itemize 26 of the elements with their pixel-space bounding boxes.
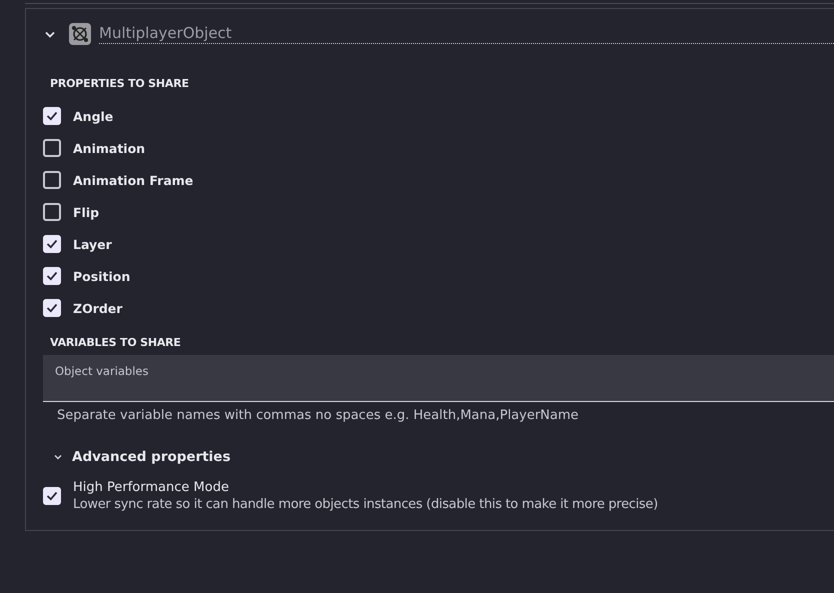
section-heading: PROPERTIES TO SHARE — [50, 77, 190, 90]
checkbox-label: Layer — [73, 236, 112, 252]
checkbox-label: Angle — [73, 108, 114, 124]
input-field[interactable]: Object variables — [43, 355, 834, 402]
checkbox[interactable] — [43, 171, 61, 189]
checkmark-icon — [45, 301, 59, 315]
network-icon — [69, 23, 91, 45]
checkmark-icon — [45, 109, 59, 123]
checkbox-label: Position — [73, 268, 130, 284]
checkbox-label: Animation — [73, 140, 146, 156]
checkmark-icon — [45, 489, 59, 503]
behavior-name[interactable]: MultiplayerObject — [99, 24, 834, 44]
chevron-icon[interactable] — [54, 454, 62, 460]
section-title[interactable]: Advanced properties — [72, 449, 230, 465]
chevron-icon[interactable] — [45, 30, 55, 38]
checkmark-icon — [45, 237, 59, 251]
checkbox-label: Flip — [73, 204, 100, 220]
option-label: High Performance Mode — [73, 480, 230, 495]
checkbox-label: Animation Frame — [73, 172, 194, 188]
option-description: Lower sync rate so it can handle more objects instances (disable this to make it more precise) — [73, 497, 658, 512]
checkbox[interactable] — [43, 203, 61, 221]
helper-text: Separate variable names with commas no spaces e.g. Health,Mana,PlayerName — [57, 408, 580, 423]
checkbox[interactable] — [43, 139, 61, 157]
checkbox-label: ZOrder — [73, 300, 122, 316]
checkmark-icon — [45, 269, 59, 283]
section-heading: VARIABLES TO SHARE — [50, 336, 182, 349]
